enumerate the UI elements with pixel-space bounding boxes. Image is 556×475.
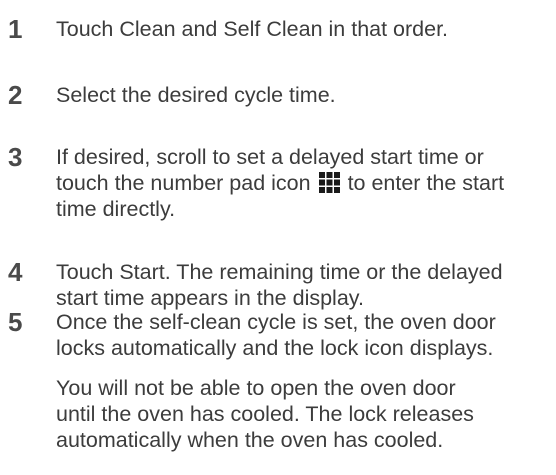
- step-number: 1: [8, 14, 23, 44]
- step-text-line: If desired, scroll to set a delayed star…: [56, 145, 484, 169]
- step-number: 2: [8, 80, 23, 110]
- step-text: Touch Start. The remaining time or the d…: [56, 259, 550, 311]
- step-text-fragment: touch the number pad icon: [56, 171, 311, 195]
- step-text: Touch Clean and Self Clean in that order…: [56, 16, 550, 42]
- step-text-line: time directly.: [56, 197, 176, 221]
- step-text-line: touch the number pad icon to enter the s…: [56, 170, 550, 196]
- note-line: automatically when the oven has cooled.: [56, 428, 444, 452]
- step-number: 3: [8, 142, 23, 172]
- step-number: 4: [8, 257, 23, 287]
- step-text-line: start time appears in the display.: [56, 286, 364, 310]
- step-text-fragment: to enter the start: [347, 171, 505, 195]
- step-number: 5: [8, 307, 23, 337]
- step-text-line: locks automatically and the lock icon di…: [56, 336, 494, 360]
- number-pad-icon: [318, 172, 340, 193]
- step-text: If desired, scroll to set a delayed star…: [56, 144, 550, 222]
- step-text-line: Select the desired cycle time.: [56, 83, 336, 107]
- note-line: You will not be able to open the oven do…: [56, 376, 456, 400]
- step-text: Once the self-clean cycle is set, the ov…: [56, 309, 550, 361]
- note-line: until the oven has cooled. The lock rele…: [56, 402, 474, 426]
- step-text: Select the desired cycle time.: [56, 82, 550, 108]
- step-text-line: Touch Clean and Self Clean in that order…: [56, 17, 449, 41]
- cooling-note: You will not be able to open the oven do…: [56, 375, 474, 453]
- step-text-line: Once the self-clean cycle is set, the ov…: [56, 310, 496, 334]
- step-text-line: Touch Start. The remaining time or the d…: [56, 260, 503, 284]
